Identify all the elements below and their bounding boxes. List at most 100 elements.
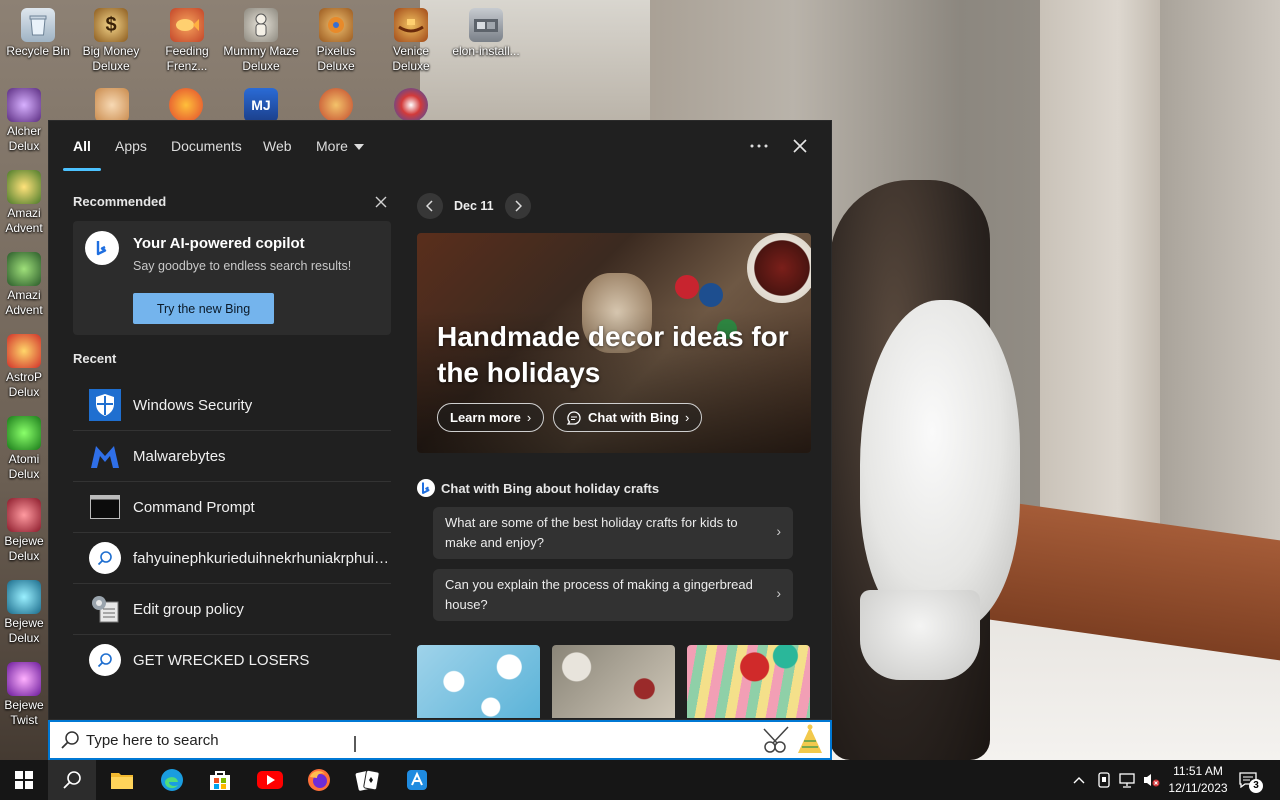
tab-documents[interactable]: Documents — [171, 138, 242, 154]
popsicle-craft-thumbnail[interactable] — [687, 645, 810, 718]
chat-bubble-icon — [566, 410, 581, 425]
recent-item-edit-group-policy[interactable]: Edit group policy — [73, 584, 391, 635]
desktop-icon-bejeweled-twist[interactable]: Bejewe Twist — [0, 662, 50, 728]
desktop-icon-game-face[interactable] — [74, 88, 150, 124]
bing-logo-icon — [417, 479, 435, 497]
start-button[interactable] — [0, 760, 48, 800]
desktop-icon-firefox[interactable] — [148, 88, 224, 124]
desktop-icon-bejeweled-2[interactable]: Bejewe Delux — [0, 580, 50, 646]
desktop-icon-label: Bejewe Delux — [4, 616, 44, 645]
snowflake-craft-thumbnail[interactable] — [417, 645, 540, 718]
tab-apps[interactable]: Apps — [115, 138, 147, 154]
desktop-icon-label: Pixelus Deluxe — [316, 44, 356, 73]
desktop-icon-atomica[interactable]: Atomi Delux — [0, 416, 50, 482]
desktop-icon-label: Amazi Advent — [5, 288, 43, 317]
taskbar: 11:51 AM 12/11/2023 — [0, 760, 1280, 800]
chat-with-bing-button[interactable]: Chat with Bing › — [553, 403, 703, 432]
pizza-icon — [319, 88, 353, 122]
recent-item-label: Malwarebytes — [133, 447, 226, 465]
desktop-icon-astropop[interactable]: AstroP Delux — [0, 334, 50, 400]
taskbar-file-explorer[interactable] — [98, 760, 146, 800]
learn-more-label: Learn more — [450, 410, 521, 425]
clock-date: 12/11/2023 — [1168, 781, 1228, 795]
holiday-crafts-doodle-icon — [763, 724, 822, 753]
recent-item-label: Windows Security — [133, 396, 253, 414]
recycle-bin-icon — [21, 8, 55, 42]
network-icon — [1119, 773, 1135, 788]
chevron-right-icon: › — [685, 410, 690, 425]
tab-all[interactable]: All — [73, 138, 91, 154]
atom-icon — [7, 416, 41, 450]
desktop-icon-ball[interactable] — [373, 88, 449, 124]
recommended-header: Recommended — [73, 193, 391, 211]
device-icon — [1098, 772, 1110, 788]
cmd-icon — [89, 491, 121, 523]
tray-device-button[interactable] — [1093, 760, 1115, 800]
search-icon — [89, 644, 121, 676]
taskbar-youtube[interactable] — [246, 760, 294, 800]
close-icon — [793, 139, 807, 153]
desktop-icon-label: Bejewe Delux — [4, 534, 44, 563]
taskbar-clock[interactable]: 11:51 AM 12/11/2023 — [1160, 763, 1236, 797]
desktop-icon-amazing-adventures-1[interactable]: Amazi Advent — [0, 170, 50, 236]
tray-network-button[interactable] — [1116, 760, 1138, 800]
learn-more-button[interactable]: Learn more › — [437, 403, 545, 432]
recent-item-windows-security[interactable]: Windows Security — [73, 380, 391, 431]
shield-icon — [89, 389, 121, 421]
recent-item-command-prompt[interactable]: Command Prompt — [73, 482, 391, 533]
search-input[interactable] — [86, 728, 686, 752]
desktop-icon-big-money[interactable]: $ Big Money Deluxe — [73, 8, 149, 74]
question-card[interactable]: Can you explain the process of making a … — [433, 569, 793, 621]
desktop-icon-mj[interactable]: MJ — [223, 88, 299, 124]
copilot-card[interactable]: Your AI-powered copilot Say goodbye to e… — [73, 221, 391, 335]
hero-card[interactable]: Handmade decor ideas for the holidays Le… — [417, 233, 811, 453]
recent-item-web-search[interactable]: fahyuinephkurieduihnekrhuniakrphuiqwe — [73, 533, 391, 584]
desktop-icon-mummy-maze[interactable]: Mummy Maze Deluxe — [223, 8, 299, 74]
gem-icon — [7, 498, 41, 532]
taskbar-solitaire[interactable] — [344, 760, 392, 800]
taskbar-edge[interactable] — [148, 760, 196, 800]
desktop-icon-pizza[interactable] — [298, 88, 374, 124]
search-box[interactable] — [48, 720, 832, 760]
desktop-icon-amazing-adventures-2[interactable]: Amazi Advent — [0, 252, 50, 318]
recent-item-label: Edit group policy — [133, 600, 244, 618]
desktop-icon-elon-installer[interactable]: elon-install... — [448, 8, 524, 59]
taskbar-app[interactable] — [393, 760, 441, 800]
question-card[interactable]: What are some of the best holiday crafts… — [433, 507, 793, 559]
right-column: Dec 11 Handmade decor ideas for the holi… — [417, 193, 811, 718]
more-options-button[interactable] — [744, 133, 774, 159]
recent-item-web-search-2[interactable]: GET WRECKED LOSERS — [73, 635, 391, 685]
date-navigator: Dec 11 — [417, 193, 811, 219]
desktop-icon-venice[interactable]: Venice Deluxe — [373, 8, 449, 74]
recent-item-malwarebytes[interactable]: Malwarebytes — [73, 431, 391, 482]
mahjong-icon: MJ — [244, 88, 278, 122]
next-day-button[interactable] — [504, 193, 531, 219]
taskbar-firefox[interactable] — [295, 760, 343, 800]
search-icon — [63, 771, 81, 789]
close-search-button[interactable] — [785, 133, 815, 159]
desktop-icon-pixelus[interactable]: Pixelus Deluxe — [298, 8, 374, 74]
tray-volume-button[interactable] — [1140, 760, 1162, 800]
taskbar-store[interactable] — [196, 760, 244, 800]
store-icon — [210, 771, 230, 790]
desktop-icon-bejeweled-1[interactable]: Bejewe Delux — [0, 498, 50, 564]
mummy-icon — [244, 8, 278, 42]
taskbar-search-button[interactable] — [48, 760, 96, 800]
chat-heading: Chat with Bing about holiday crafts — [417, 479, 811, 497]
tab-more[interactable]: More — [316, 138, 364, 154]
policy-icon — [89, 593, 121, 625]
craft-supplies-thumbnail[interactable] — [552, 645, 675, 718]
desktop-icon-feeding-frenzy[interactable]: Feeding Frenz... — [149, 8, 225, 74]
show-hidden-icons-button[interactable] — [1068, 760, 1090, 800]
ellipsis-icon — [750, 144, 768, 148]
desktop-icon-label: Venice Deluxe — [392, 44, 430, 73]
notification-count-badge: 3 — [1249, 779, 1263, 793]
tab-web[interactable]: Web — [263, 138, 292, 154]
desktop-icon-recycle-bin[interactable]: Recycle Bin — [0, 8, 76, 59]
dismiss-recommended-button[interactable] — [375, 195, 387, 213]
firefox-icon — [308, 769, 330, 791]
previous-day-button[interactable] — [417, 193, 443, 219]
try-new-bing-button[interactable]: Try the new Bing — [133, 293, 274, 324]
desktop-icon-alchemy[interactable]: Alcher Delux — [0, 88, 50, 154]
desktop-icon-label: Atomi Delux — [8, 452, 40, 481]
